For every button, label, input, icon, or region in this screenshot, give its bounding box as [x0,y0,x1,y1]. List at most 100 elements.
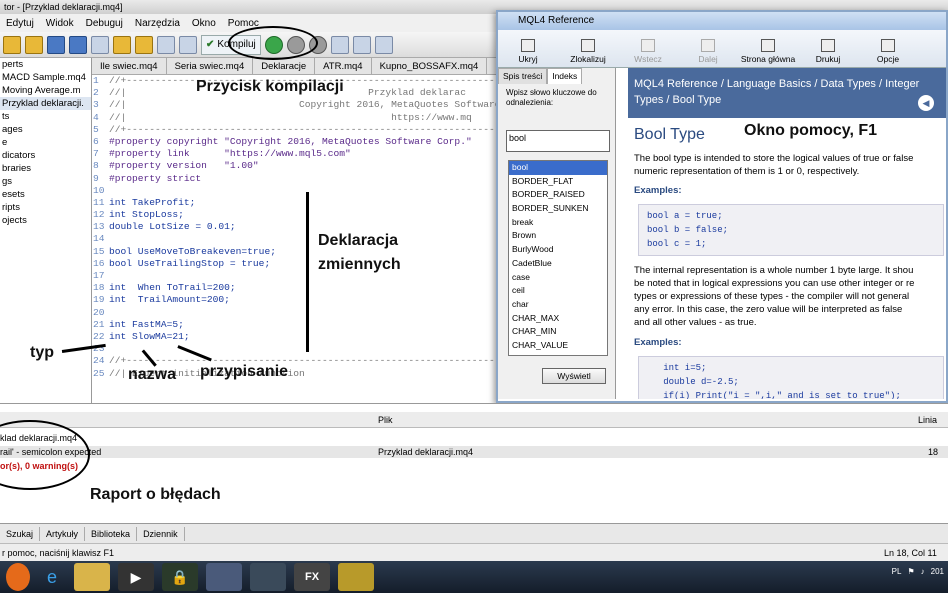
media-player-icon[interactable]: ▶ [118,563,154,591]
editor-tab[interactable]: ATR.mq4 [315,58,372,74]
new-file-icon[interactable] [3,35,21,54]
help-options-button[interactable]: Opcje [858,30,918,67]
help-locate-button[interactable]: Zlokalizuj [558,30,618,67]
help-print-button[interactable]: Drukuj [798,30,858,67]
metaeditor-icon[interactable] [338,563,374,591]
code-line[interactable]: 8 #property version "1.00" [92,160,500,172]
code-line[interactable]: 5 //+------------------------------------… [92,124,500,136]
menu-window[interactable]: Okno [190,18,226,29]
step-into-icon[interactable] [330,35,349,54]
error-row-file[interactable]: klad deklaracji.mq4' [0,432,948,444]
keyword-item[interactable]: CadetBlue [509,257,607,271]
code-line[interactable]: 20 [92,307,500,319]
open-folder-icon[interactable] [25,35,43,54]
error-row[interactable]: rail' - semicolon expected Przyklad dekl… [0,446,948,458]
flag-icon[interactable]: ⚑ [907,567,914,576]
editor-tab[interactable]: Deklaracje [253,58,316,74]
navigator-toggle-icon[interactable] [91,35,109,54]
code-line[interactable]: 4 //| https://www.mq [92,112,500,124]
step-out-icon[interactable] [374,35,393,54]
nav-item[interactable]: ts [0,110,91,123]
tab-search[interactable]: Szukaj [0,526,41,541]
tab-contents[interactable]: Spis treści [498,68,548,84]
code-line[interactable]: 17 [92,270,500,282]
code-line[interactable]: 12 int StopLoss; [92,209,500,221]
help-back-circle-icon[interactable]: ◀ [918,95,934,111]
indent-icon[interactable] [157,35,175,54]
nav-item[interactable]: MACD Sample.mq4 [0,71,91,84]
internet-explorer-icon[interactable]: e [38,563,66,591]
volume-icon[interactable]: ♪ [921,567,925,576]
editor-tab[interactable]: Seria swiec.mq4 [167,58,254,74]
save-icon[interactable] [47,35,65,54]
toolbox-toggle-icon[interactable] [113,35,131,54]
code-line[interactable]: 10 [92,185,500,197]
help-back-button[interactable]: Wstecz [618,30,678,67]
firefox-icon[interactable] [6,563,30,591]
code-line[interactable]: 14 [92,233,500,245]
keyword-item[interactable]: break [509,216,607,230]
keyword-item[interactable]: BurlyWood [509,243,607,257]
keyword-item[interactable]: BORDER_SUNKEN [509,202,607,216]
nav-item[interactable]: ripts [0,201,91,214]
dropdown-icon[interactable] [135,35,153,54]
nav-item[interactable]: esets [0,188,91,201]
code-line[interactable]: 11 int TakeProfit; [92,197,500,209]
help-show-button[interactable]: Wyświetl [542,368,606,384]
nav-item[interactable]: Moving Average.m [0,84,91,97]
nav-item[interactable]: gs [0,175,91,188]
keyword-item[interactable]: BORDER_RAISED [509,188,607,202]
code-line[interactable]: 3 //| Copyright 2016, MetaQuotes Software [92,99,500,111]
code-line[interactable]: 9 #property strict [92,173,500,185]
tab-library[interactable]: Biblioteka [85,526,138,541]
keyword-item[interactable]: bool [509,161,607,175]
help-keyword-list[interactable]: bool BORDER_FLAT BORDER_RAISED BORDER_SUNKE… [508,160,608,356]
nav-item[interactable]: dicators [0,149,91,162]
code-editor[interactable]: 1 //+------------------------------------… [92,75,500,403]
keyword-item[interactable]: Brown [509,229,607,243]
nav-item[interactable]: braries [0,162,91,175]
outdent-icon[interactable] [179,35,197,54]
keyword-item[interactable]: ceil [509,284,607,298]
fx-app-icon[interactable]: FX [294,563,330,591]
nav-item-selected[interactable]: Przyklad deklaracji. [0,97,91,110]
tab-index[interactable]: Indeks [547,68,583,84]
menu-view[interactable]: Widok [44,18,84,29]
editor-tab[interactable]: Kupno_BOSSAFX.mq4 [372,58,488,74]
menu-edit[interactable]: Edytuj [4,18,44,29]
save-all-icon[interactable] [69,35,87,54]
code-line[interactable]: 16 bool UseTrailingStop = true; [92,258,500,270]
code-line[interactable]: 19 int TrailAmount=200; [92,294,500,306]
app-icon[interactable] [250,563,286,591]
nav-item[interactable]: perts [0,58,91,71]
keyword-item[interactable]: CHAR_MAX [509,312,607,326]
editor-tab[interactable]: Ile swiec.mq4 [92,58,167,74]
lock-icon[interactable]: 🔒 [162,563,198,591]
menu-tools[interactable]: Narzędzia [133,18,190,29]
step-over-icon[interactable] [352,35,371,54]
tab-articles[interactable]: Artykuły [40,526,86,541]
help-search-input[interactable]: bool [506,130,610,152]
code-line[interactable]: 22 int SlowMA=21; [92,331,500,343]
tab-journal[interactable]: Dziennik [137,526,185,541]
code-line[interactable]: 23 [92,343,500,355]
explorer-folder-icon[interactable] [74,563,110,591]
nav-item[interactable]: ojects [0,214,91,227]
code-line[interactable]: 7 #property link "https://www.mql5.com" [92,148,500,160]
code-line[interactable]: 18 int When ToTrail=200; [92,282,500,294]
help-home-button[interactable]: Strona główna [738,30,798,67]
keyword-item[interactable]: case [509,271,607,285]
code-line[interactable]: 13 double LotSize = 0.01; [92,221,500,233]
keyword-item[interactable]: CHAR_MIN [509,325,607,339]
code-line[interactable]: 15 bool UseMoveToBreakeven=true; [92,246,500,258]
menu-debug[interactable]: Debuguj [84,18,133,29]
keyword-item[interactable]: BORDER_FLAT [509,175,607,189]
nav-item[interactable]: e [0,136,91,149]
terminal-icon[interactable] [206,563,242,591]
nav-item[interactable]: ages [0,123,91,136]
language-indicator[interactable]: PL [892,567,902,576]
code-line[interactable]: 6 #property copyright "Copyright 2016, Me… [92,136,500,148]
breadcrumb[interactable]: MQL4 Reference / Language Basics / Data … [628,68,946,118]
help-hide-button[interactable]: Ukryj [498,30,558,67]
help-forward-button[interactable]: Dalej [678,30,738,67]
